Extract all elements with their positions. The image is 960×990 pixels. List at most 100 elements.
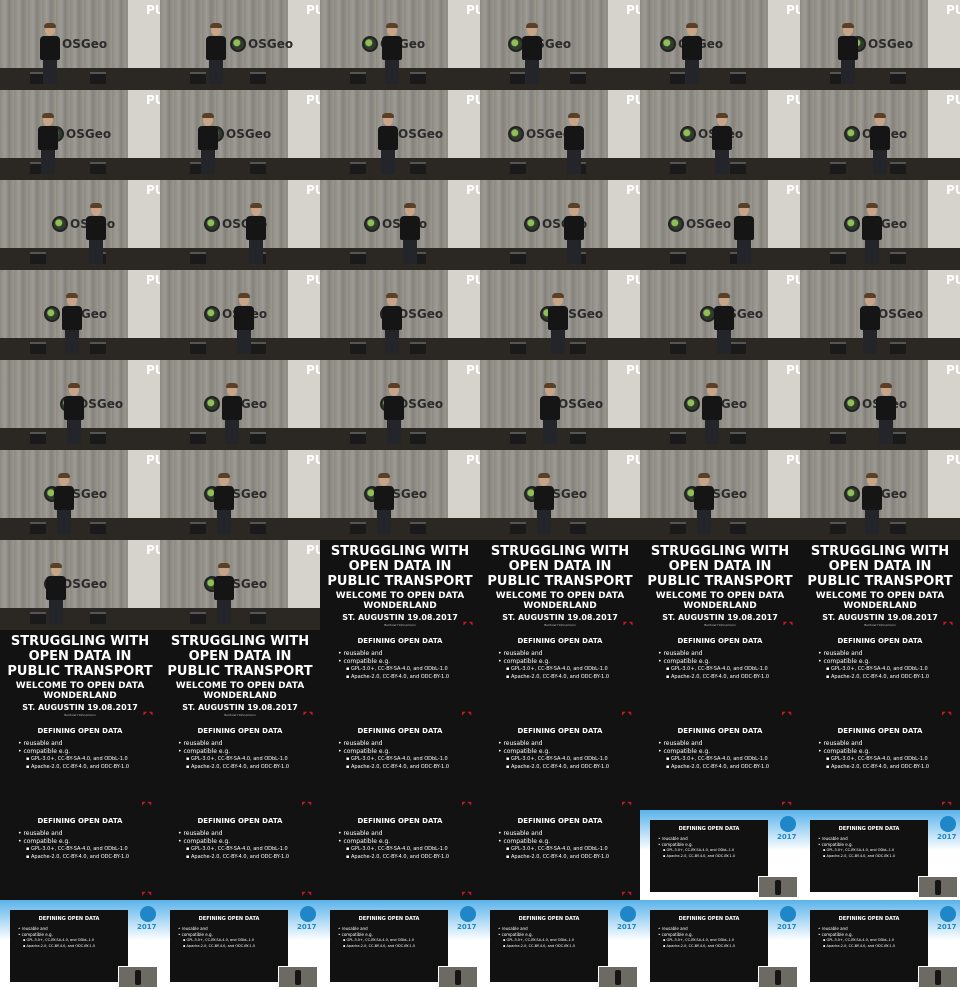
sub-bullet-item: ▪ Apache-2.0, CC-BY-4.0, and ODC-BY-1.0	[343, 944, 416, 948]
stage-frame[interactable]: PU OSGeo	[480, 360, 640, 450]
defining-slide-frame[interactable]: DEFINING OPEN DATA • reusable and • comp…	[640, 630, 800, 720]
speaker	[712, 293, 736, 354]
stage-frame[interactable]: PU OSGeo	[480, 0, 640, 90]
slide-title: STRUGGLING WITH OPEN DATA IN PUBLIC TRAN…	[0, 634, 160, 679]
defining-slide-frame[interactable]: DEFINING OPEN DATA • reusable and • comp…	[0, 810, 160, 900]
stage-frame[interactable]: PU OSGeo	[640, 90, 800, 180]
stage-frame[interactable]: PU OSGeo	[160, 360, 320, 450]
stage-frame[interactable]: PU OSGeo	[320, 90, 480, 180]
stage-frame[interactable]: PU OSGeo	[320, 360, 480, 450]
speaker	[36, 113, 60, 174]
banner-text: PU	[946, 363, 960, 377]
title-slide-frame[interactable]: STRUGGLING WITH OPEN DATA IN PUBLIC TRAN…	[320, 540, 480, 630]
stage-frame[interactable]: PU OSGeo	[0, 540, 160, 630]
slide-title-line: PUBLIC TRANSPORT	[487, 574, 633, 589]
stage-frame[interactable]: PU OSGeo	[320, 450, 480, 540]
stage-frame[interactable]: PU OSGeo	[0, 0, 160, 90]
stage-frame[interactable]: PU OSGeo	[160, 270, 320, 360]
defining-slide-frame[interactable]: DEFINING OPEN DATA • reusable and • comp…	[800, 720, 960, 810]
author: Bullhost Hohnemann	[224, 713, 256, 717]
speaker	[38, 23, 62, 84]
globe-icon	[204, 396, 220, 412]
defining-slide-frame[interactable]: DEFINING OPEN DATA • reusable and • comp…	[640, 720, 800, 810]
defining-slide-frame[interactable]: DEFINING OPEN DATA • reusable and • comp…	[320, 720, 480, 810]
laptop-icon	[830, 522, 846, 534]
slide-heading: DEFINING OPEN DATA	[837, 727, 923, 735]
title-slide-frame[interactable]: STRUGGLING WITH OPEN DATA IN PUBLIC TRAN…	[160, 630, 320, 720]
slide-subtitle-line: WELCOME TO OPEN DATA	[335, 591, 465, 601]
stage-frame[interactable]: PU OSGeo	[160, 540, 320, 630]
stage-floor	[480, 158, 640, 180]
speaker	[372, 473, 396, 534]
stage-frame[interactable]: PU OSGeo	[320, 180, 480, 270]
conference-frame[interactable]: DEFINING OPEN DATA • reusable and • comp…	[800, 810, 960, 900]
stage-floor	[0, 248, 160, 270]
speaker	[562, 113, 586, 174]
stage-frame[interactable]: PU OSGeo	[0, 360, 160, 450]
stage-frame[interactable]: PU OSGeo	[160, 180, 320, 270]
speaker	[196, 113, 220, 174]
defining-slide-frame[interactable]: DEFINING OPEN DATA • reusable and • comp…	[800, 630, 960, 720]
slide-subtitle: WELCOME TO OPEN DATA WONDERLAND	[160, 681, 320, 701]
stage-frame[interactable]: PU OSGeo	[800, 450, 960, 540]
conference-frame[interactable]: DEFINING OPEN DATA • reusable and • comp…	[640, 810, 800, 900]
conference-frame[interactable]: DEFINING OPEN DATA • reusable and • comp…	[800, 900, 960, 990]
stage-frame[interactable]: PU OSGeo	[800, 90, 960, 180]
defining-slide-frame[interactable]: DEFINING OPEN DATA • reusable and • comp…	[160, 810, 320, 900]
stage-frame[interactable]: PU OSGeo	[480, 90, 640, 180]
sub-bullet-item: ▪ Apache-2.0, CC-BY-4.0, and ODC-BY-1.0	[503, 944, 576, 948]
stage-frame[interactable]: PU OSGeo	[480, 270, 640, 360]
defining-slide-frame[interactable]: DEFINING OPEN DATA • reusable and • comp…	[480, 720, 640, 810]
conference-frame[interactable]: DEFINING OPEN DATA • reusable and • comp…	[640, 900, 800, 990]
bullet-item: • reusable and	[18, 830, 63, 837]
conference-year: 2017	[137, 923, 157, 931]
stage-frame[interactable]: PU OSGeo	[640, 450, 800, 540]
title-slide-frame[interactable]: STRUGGLING WITH OPEN DATA IN PUBLIC TRAN…	[640, 540, 800, 630]
globe-icon	[680, 126, 696, 142]
defining-slide-frame[interactable]: DEFINING OPEN DATA • reusable and • comp…	[480, 810, 640, 900]
title-slide-frame[interactable]: STRUGGLING WITH OPEN DATA IN PUBLIC TRAN…	[480, 540, 640, 630]
stage-frame[interactable]: PU OSGeo	[160, 90, 320, 180]
slide-subtitle: WELCOME TO OPEN DATA WONDERLAND	[480, 591, 640, 611]
stage-frame[interactable]: PU OSGeo	[0, 450, 160, 540]
bullet-item: • reusable and	[498, 830, 543, 837]
stage-frame[interactable]: PU OSGeo	[800, 180, 960, 270]
stage-frame[interactable]: PU OSGeo	[160, 0, 320, 90]
stage-floor	[160, 68, 320, 90]
laptop-icon	[730, 522, 746, 534]
stage-curtain	[0, 90, 128, 158]
stage-frame[interactable]: PU OSGeo	[0, 90, 160, 180]
stage-frame[interactable]: PU OSGeo	[800, 270, 960, 360]
stage-frame[interactable]: PU OSGeo	[480, 450, 640, 540]
defining-slide-frame[interactable]: DEFINING OPEN DATA • reusable and • comp…	[480, 630, 640, 720]
title-slide-frame[interactable]: STRUGGLING WITH OPEN DATA IN PUBLIC TRAN…	[0, 630, 160, 720]
conference-frame[interactable]: DEFINING OPEN DATA • reusable and • comp…	[0, 900, 160, 990]
defining-slide-frame[interactable]: DEFINING OPEN DATA • reusable and • comp…	[0, 720, 160, 810]
stage-frame[interactable]: PU OSGeo	[800, 360, 960, 450]
slide-heading: DEFINING OPEN DATA	[37, 727, 123, 735]
conference-year: 2017	[617, 923, 637, 931]
stage-frame[interactable]: PU OSGeo	[640, 270, 800, 360]
stage-frame[interactable]: PU OSGeo	[640, 0, 800, 90]
defining-slide-frame[interactable]: DEFINING OPEN DATA • reusable and • comp…	[320, 810, 480, 900]
bullet-item: • reusable and	[498, 926, 528, 931]
stage-frame[interactable]: PU OSGeo	[800, 0, 960, 90]
stage-frame[interactable]: PU OSGeo	[0, 180, 160, 270]
stage-frame[interactable]: PU OSGeo	[320, 270, 480, 360]
stage-frame[interactable]: PU OSGeo	[160, 450, 320, 540]
stage-frame[interactable]: PU OSGeo	[0, 270, 160, 360]
corner-mark-icon: ◤ ◥	[942, 801, 952, 807]
stage-frame[interactable]: PU OSGeo	[320, 0, 480, 90]
osgeo-logo-text: OSGeo	[226, 127, 272, 141]
laptop-icon	[190, 432, 206, 444]
title-slide-frame[interactable]: STRUGGLING WITH OPEN DATA IN PUBLIC TRAN…	[800, 540, 960, 630]
stage-frame[interactable]: PU OSGeo	[640, 360, 800, 450]
stage-frame[interactable]: PU OSGeo	[480, 180, 640, 270]
conference-frame[interactable]: DEFINING OPEN DATA • reusable and • comp…	[320, 900, 480, 990]
conference-frame[interactable]: DEFINING OPEN DATA • reusable and • comp…	[480, 900, 640, 990]
osgeo-logo-text: OSGeo	[398, 307, 444, 321]
defining-slide-frame[interactable]: DEFINING OPEN DATA • reusable and • comp…	[320, 630, 480, 720]
stage-frame[interactable]: PU OSGeo	[640, 180, 800, 270]
conference-frame[interactable]: DEFINING OPEN DATA • reusable and • comp…	[160, 900, 320, 990]
defining-slide-frame[interactable]: DEFINING OPEN DATA • reusable and • comp…	[160, 720, 320, 810]
